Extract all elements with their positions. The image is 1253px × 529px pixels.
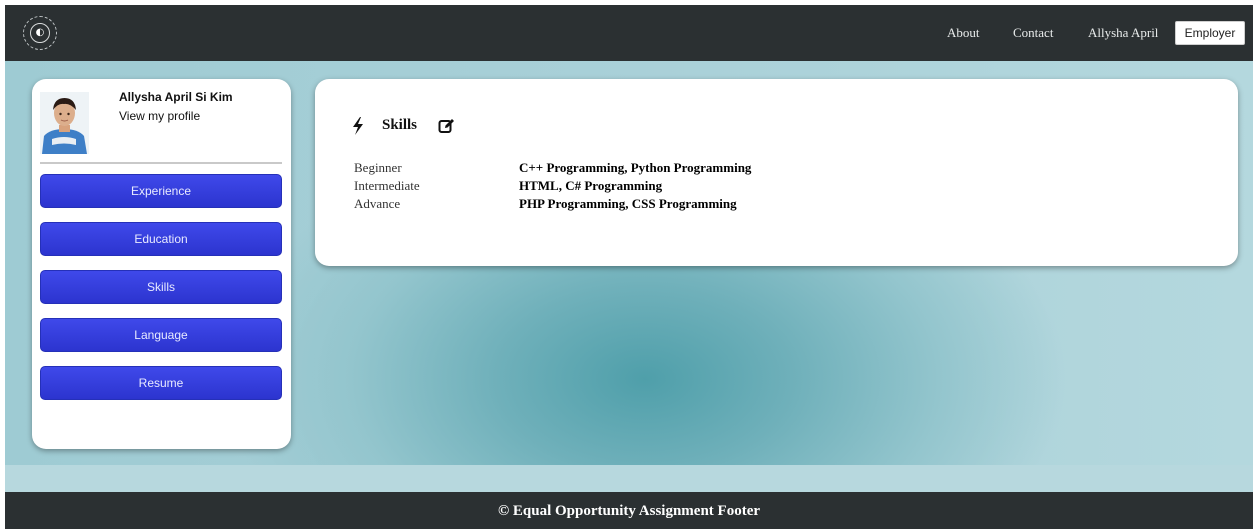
nav-about-link[interactable]: About (947, 22, 980, 44)
language-button[interactable]: Language (40, 318, 282, 352)
equal-opportunity-logo-icon[interactable]: ◐ (23, 16, 57, 50)
experience-button[interactable]: Experience (40, 174, 282, 208)
app-frame: ◐ About Contact Allysha April Employer A… (5, 5, 1253, 529)
profile-sidebar: Allysha April Si Kim View my profile Exp… (32, 79, 291, 449)
avatar (40, 92, 89, 154)
skills-card: Skills Beginner C++ Programming, Python … (315, 79, 1238, 266)
main-content-area: Allysha April Si Kim View my profile Exp… (5, 61, 1253, 492)
employer-button[interactable]: Employer (1175, 21, 1245, 45)
skill-level-label: Advance (354, 196, 401, 211)
skills-button[interactable]: Skills (40, 270, 282, 304)
view-profile-link[interactable]: View my profile (119, 109, 200, 123)
edit-icon[interactable] (438, 118, 454, 134)
skill-level-label: Intermediate (354, 178, 420, 193)
education-button[interactable]: Education (40, 222, 282, 256)
skill-items-value: HTML, C# Programming (519, 178, 663, 193)
profile-name: Allysha April Si Kim (119, 90, 233, 104)
top-navbar: ◐ About Contact Allysha April Employer (5, 5, 1253, 61)
page-footer: © Equal Opportunity Assignment Footer (5, 492, 1253, 529)
nav-user-link[interactable]: Allysha April (1088, 22, 1158, 44)
bolt-icon (353, 117, 363, 135)
skill-items-value: C++ Programming, Python Programming (519, 160, 752, 175)
skill-level-label: Beginner (354, 160, 402, 175)
skills-title: Skills (382, 117, 418, 133)
nav-contact-link[interactable]: Contact (1013, 22, 1053, 44)
skill-items-value: PHP Programming, CSS Programming (519, 196, 737, 211)
logo-glyph-icon: ◐ (35, 27, 45, 38)
sidebar-divider (40, 162, 282, 164)
resume-button[interactable]: Resume (40, 366, 282, 400)
content-bottom-band (5, 465, 1253, 492)
